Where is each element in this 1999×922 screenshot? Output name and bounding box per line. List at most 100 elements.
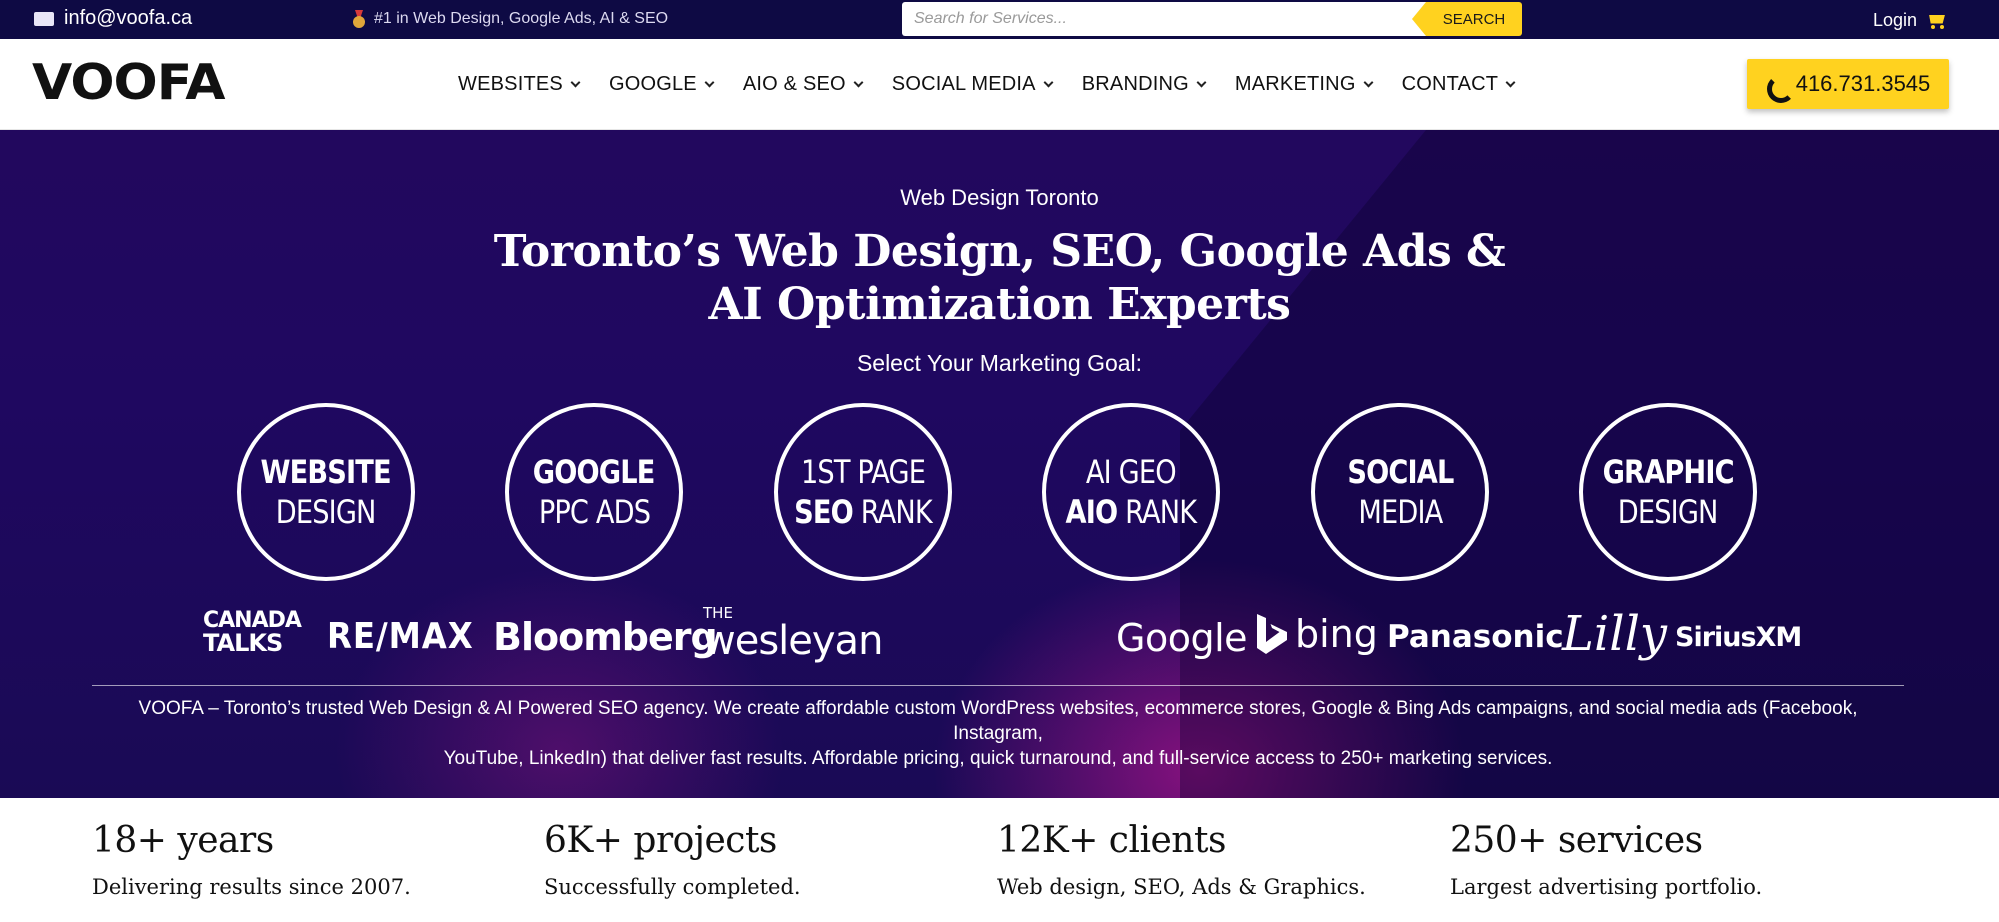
search-button[interactable]: SEARCH bbox=[1412, 2, 1522, 36]
nav-item-marketing[interactable]: MARKETING bbox=[1234, 73, 1374, 96]
bing-logo: bing bbox=[1257, 612, 1378, 656]
nav-label: GOOGLE bbox=[608, 73, 697, 95]
goal-line-2-rest: RANK bbox=[860, 493, 933, 531]
nav-label: CONTACT bbox=[1401, 73, 1499, 95]
hero-description-line-1: VOOFA – Toronto’s trusted Web Design & A… bbox=[138, 698, 1858, 744]
hero-description-line-2: YouTube, LinkedIn) that deliver fast res… bbox=[443, 748, 1553, 769]
canada-talks-logo: CANADA TALKS bbox=[203, 610, 302, 657]
hero-title-line-2: AI Optimization Experts bbox=[708, 279, 1291, 330]
google-logo: Google bbox=[1116, 616, 1248, 660]
phone-number: 416.731.3545 bbox=[1795, 71, 1931, 96]
login-link[interactable]: Login bbox=[1873, 10, 1947, 31]
stat-desc: Successfully completed. bbox=[544, 875, 801, 899]
goal-line-2: DESIGN bbox=[276, 493, 377, 531]
goal-line-1: 1ST PAGE bbox=[800, 453, 926, 491]
chevron-down-icon bbox=[570, 77, 581, 88]
main-nav: WEBSITES GOOGLE AIO & SEO SOCIAL MEDIA B… bbox=[458, 39, 1544, 130]
goal-seo-rank[interactable]: 1ST PAGE SEO RANK bbox=[774, 403, 952, 581]
wesleyan-logo: THE wesleyan bbox=[703, 606, 883, 664]
goal-line-2: SEO RANK bbox=[794, 492, 933, 532]
site-header: VOOFA WEBSITES GOOGLE AIO & SEO SOCIAL M… bbox=[0, 39, 1999, 130]
stat-title: 250+ services bbox=[1450, 820, 1703, 861]
nav-item-contact[interactable]: CONTACT bbox=[1401, 73, 1516, 96]
nav-label: AIO & SEO bbox=[742, 73, 846, 95]
chevron-down-icon bbox=[1363, 77, 1374, 88]
chevron-down-icon bbox=[853, 77, 864, 88]
goal-line-2: MEDIA bbox=[1358, 493, 1443, 531]
bloomberg-logo: Bloomberg bbox=[493, 615, 718, 659]
stats-section: 18+ years Delivering results since 2007.… bbox=[0, 798, 1999, 922]
logo-text: wesleyan bbox=[703, 618, 883, 664]
hero-title-line-1: Toronto’s Web Design, SEO, Google Ads & bbox=[493, 226, 1506, 277]
medal-icon bbox=[352, 10, 366, 28]
hero-title: Toronto’s Web Design, SEO, Google Ads & … bbox=[0, 225, 1999, 331]
login-label: Login bbox=[1873, 10, 1918, 30]
goal-line-2: PPC ADS bbox=[538, 493, 650, 531]
nav-item-websites[interactable]: WEBSITES bbox=[458, 73, 581, 96]
search-input[interactable] bbox=[902, 2, 1426, 36]
logo-text: bing bbox=[1295, 612, 1378, 656]
hero-section: Web Design Toronto Toronto’s Web Design,… bbox=[0, 130, 1999, 798]
cart-icon[interactable] bbox=[1925, 12, 1947, 30]
chevron-down-icon bbox=[704, 77, 715, 88]
stat-services: 250+ services Largest advertising portfo… bbox=[1450, 820, 1762, 899]
nav-label: BRANDING bbox=[1081, 73, 1189, 95]
nav-item-branding[interactable]: BRANDING bbox=[1081, 73, 1207, 96]
tagline-text: #1 in Web Design, Google Ads, AI & SEO bbox=[374, 10, 669, 27]
email-text: info@voofa.ca bbox=[64, 7, 193, 29]
stat-clients: 12K+ clients Web design, SEO, Ads & Grap… bbox=[997, 820, 1366, 899]
bing-icon bbox=[1257, 614, 1287, 654]
hero-subtitle: Web Design Toronto bbox=[900, 185, 1099, 210]
goal-website-design[interactable]: WEBSITE DESIGN bbox=[237, 403, 415, 581]
nav-label: MARKETING bbox=[1234, 73, 1356, 95]
nav-item-aio-seo[interactable]: AIO & SEO bbox=[742, 73, 864, 96]
nav-label: WEBSITES bbox=[458, 73, 563, 95]
hero-description: VOOFA – Toronto’s trusted Web Design & A… bbox=[92, 696, 1904, 771]
goal-line-1: WEBSITE bbox=[260, 453, 392, 491]
stat-title: 6K+ projects bbox=[544, 820, 777, 861]
stat-title: 12K+ clients bbox=[997, 820, 1226, 861]
goal-circles: WEBSITE DESIGN GOOGLE PPC ADS 1ST PAGE S… bbox=[0, 403, 1999, 583]
goal-line-1: SOCIAL bbox=[1346, 453, 1454, 491]
chevron-down-icon bbox=[1505, 77, 1516, 88]
stat-title: 18+ years bbox=[92, 820, 274, 861]
lilly-logo: Lilly bbox=[1562, 606, 1668, 662]
stat-desc: Delivering results since 2007. bbox=[92, 875, 411, 899]
nav-item-google[interactable]: GOOGLE bbox=[608, 73, 715, 96]
site-logo[interactable]: VOOFA bbox=[32, 58, 226, 107]
chevron-down-icon bbox=[1043, 77, 1054, 88]
nav-label: SOCIAL MEDIA bbox=[891, 73, 1036, 95]
top-tagline: #1 in Web Design, Google Ads, AI & SEO bbox=[352, 10, 668, 28]
goal-line-1: GRAPHIC bbox=[1602, 453, 1734, 491]
goal-line-1: GOOGLE bbox=[533, 453, 656, 491]
panasonic-logo: Panasonic bbox=[1387, 619, 1564, 655]
goal-line-2-rest: RANK bbox=[1125, 493, 1197, 531]
phone-icon bbox=[1766, 74, 1786, 94]
stat-desc: Largest advertising portfolio. bbox=[1450, 875, 1763, 899]
stat-projects: 6K+ projects Successfully completed. bbox=[544, 820, 801, 899]
client-logos: CANADA TALKS RE/MAX Bloomberg THE wesley… bbox=[0, 606, 1999, 670]
stat-desc: Web design, SEO, Ads & Graphics. bbox=[997, 875, 1366, 899]
goal-line-2-bold: AIO bbox=[1065, 493, 1119, 531]
email-link[interactable]: info@voofa.ca bbox=[34, 7, 192, 30]
goal-social-media[interactable]: SOCIAL MEDIA bbox=[1311, 403, 1489, 581]
stat-years: 18+ years Delivering results since 2007. bbox=[92, 820, 411, 899]
goal-aio-rank[interactable]: AI GEO AIO RANK bbox=[1042, 403, 1220, 581]
siriusxm-logo: SiriusXM bbox=[1675, 622, 1802, 653]
nav-item-social-media[interactable]: SOCIAL MEDIA bbox=[891, 73, 1054, 96]
logo-text: TALKS bbox=[203, 629, 283, 657]
top-bar: info@voofa.ca #1 in Web Design, Google A… bbox=[0, 0, 1999, 39]
goal-line-1: AI GEO bbox=[1086, 453, 1177, 491]
goal-prompt: Select Your Marketing Goal: bbox=[856, 350, 1143, 376]
remax-logo: RE/MAX bbox=[327, 616, 474, 657]
goal-google-ppc-ads[interactable]: GOOGLE PPC ADS bbox=[505, 403, 683, 581]
phone-button[interactable]: 416.731.3545 bbox=[1747, 59, 1949, 109]
goal-line-2: DESIGN bbox=[1618, 493, 1719, 531]
search-form: SEARCH bbox=[902, 2, 1522, 36]
goal-graphic-design[interactable]: GRAPHIC DESIGN bbox=[1579, 403, 1757, 581]
chevron-down-icon bbox=[1196, 77, 1207, 88]
goal-line-2-bold: SEO bbox=[794, 493, 854, 531]
goal-line-2: AIO RANK bbox=[1065, 492, 1198, 532]
envelope-icon bbox=[34, 11, 54, 26]
hero-divider bbox=[92, 685, 1904, 686]
